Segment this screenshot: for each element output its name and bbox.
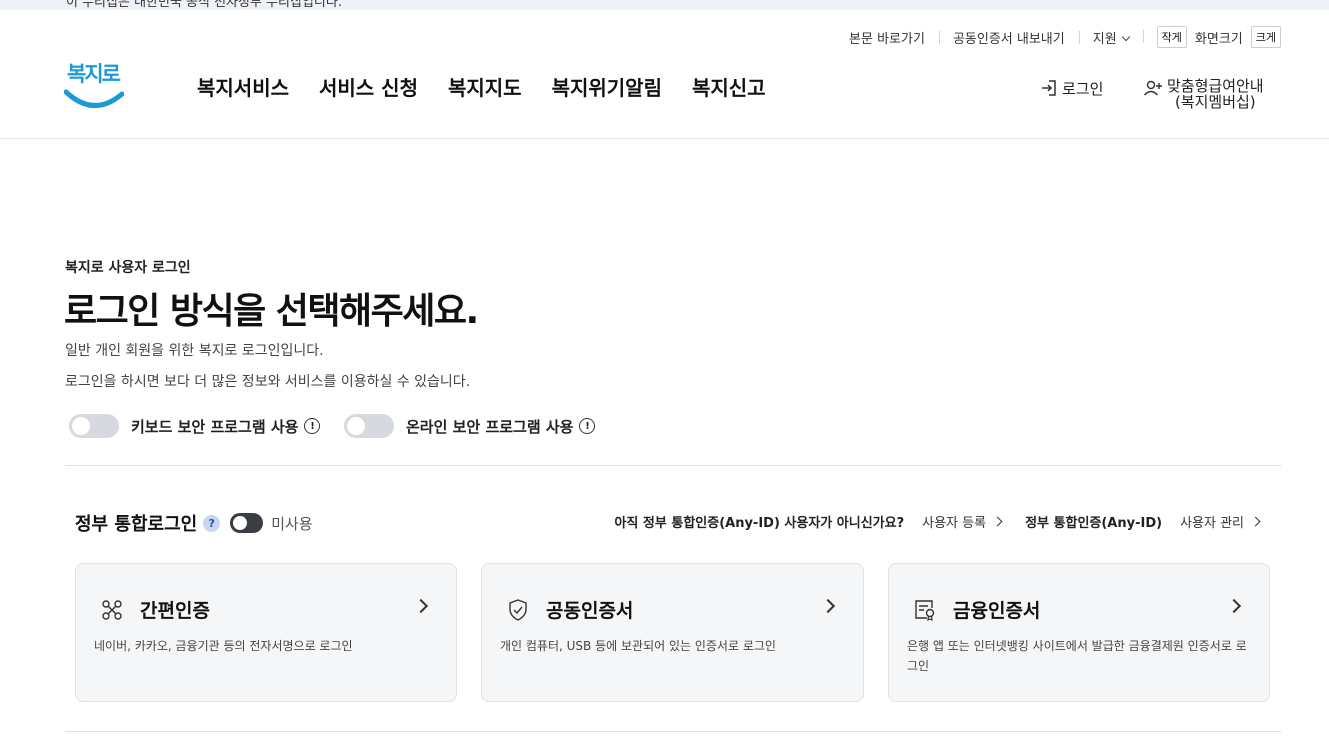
keyboard-security-toggle[interactable] (69, 414, 119, 438)
nav-item-crisis-alert[interactable]: 복지위기알림 (552, 72, 662, 101)
chevron-down-icon (1121, 32, 1130, 41)
font-size-label: 화면크기 (1194, 31, 1243, 47)
keyboard-security-row: 키보드 보안 프로그램 사용 ! (69, 414, 321, 438)
online-security-label: 온라인 보안 프로그램 사용 (406, 417, 574, 436)
site-logo[interactable]: 복지로 (64, 60, 124, 112)
section-divider (65, 731, 1281, 732)
card-head: 금융인증서 (913, 596, 1040, 623)
card-financial-cert[interactable]: 금융인증서 은행 앱 또는 인터넷뱅킹 사이트에서 발급한 금융결제원 인증서로… (888, 563, 1270, 702)
chevron-right-icon (1250, 516, 1261, 527)
font-large-button[interactable]: 크게 (1250, 26, 1281, 48)
login-link[interactable]: 로그인 (1040, 78, 1103, 99)
nav-item-welfare-services[interactable]: 복지서비스 (197, 72, 289, 101)
gov-login-toggle[interactable] (230, 513, 264, 533)
shield-check-icon (509, 598, 527, 621)
custom-benefit-line2: (복지멤버십) (1174, 93, 1256, 111)
custom-benefit-label: 맞춤형급여안내 (복지멤버십) (1167, 78, 1264, 110)
header-divider (0, 138, 1329, 139)
support-label: 지원 (1092, 31, 1117, 47)
gov-banner: 이 누리집은 대한민국 공식 전자정부 누리집입니다. (0, 0, 1329, 10)
chevron-right-icon (1226, 598, 1242, 614)
support-dropdown[interactable]: 지원 (1078, 28, 1143, 47)
simple-auth-icon (102, 599, 122, 620)
chevron-right-icon (413, 598, 429, 614)
chevron-right-icon (820, 598, 836, 614)
user-add-icon (1143, 80, 1162, 96)
info-icon[interactable]: ! (579, 418, 596, 434)
page-description-2: 로그인을 하시면 보다 더 많은 정보와 서비스를 이용하실 수 있습니다. (65, 374, 471, 390)
anyid-question: 아직 정부 통합인증(Any-ID) 사용자가 아니신가요? (614, 516, 905, 531)
help-icon[interactable]: ? (203, 514, 221, 532)
card-description: 개인 컴퓨터, USB 등에 보관되어 있는 인증서로 로그인 (500, 639, 776, 653)
login-icon (1042, 80, 1056, 96)
keyboard-security-label: 키보드 보안 프로그램 사용 (131, 417, 299, 436)
card-head: 공동인증서 (506, 596, 633, 623)
page-description-1: 일반 개인 회원을 위한 복지로 로그인입니다. (65, 343, 324, 359)
skip-to-content-link[interactable]: 본문 바로가기 (835, 28, 939, 47)
nav-item-welfare-report[interactable]: 복지신고 (692, 72, 766, 101)
page-title: 로그인 방식을 선택해주세요. (64, 291, 479, 332)
utility-bar: 본문 바로가기 공동인증서 내보내기 지원 작게 화면크기 크게 (835, 26, 1281, 48)
user-register-label: 사용자 등록 (922, 516, 987, 531)
page-eyebrow: 복지로 사용자 로그인 (65, 260, 191, 276)
info-icon[interactable]: ! (304, 418, 321, 434)
financial-cert-icon (915, 599, 935, 621)
online-security-toggle[interactable] (344, 414, 394, 438)
gov-login-state: 미사용 (271, 514, 313, 533)
logo-smile-icon (64, 89, 124, 108)
gov-login-header: 정부 통합로그인 ? 미사용 (75, 510, 313, 536)
section-divider (65, 465, 1281, 466)
card-title: 간편인증 (140, 600, 210, 622)
user-manage-link[interactable]: 사용자 관리 (1180, 512, 1265, 531)
gov-login-title: 정부 통합로그인 (75, 514, 198, 535)
card-title: 금융인증서 (953, 600, 1041, 622)
user-manage-label: 사용자 관리 (1180, 516, 1244, 531)
online-security-row: 온라인 보안 프로그램 사용 ! (344, 414, 596, 438)
font-small-button[interactable]: 작게 (1156, 26, 1187, 48)
card-simple-auth[interactable]: 간편인증 네이버, 카카오, 금융기관 등의 전자서명으로 로그인 (75, 563, 457, 702)
nav-item-service-apply[interactable]: 서비스 신청 (319, 72, 418, 101)
main-nav: 복지서비스 서비스 신청 복지지도 복지위기알림 복지신고 (197, 72, 766, 101)
login-label: 로그인 (1062, 80, 1104, 98)
anyid-links: 아직 정부 통합인증(Any-ID) 사용자가 아니신가요? 사용자 등록 정부… (614, 512, 1265, 531)
card-description: 은행 앱 또는 인터넷뱅킹 사이트에서 발급한 금융결제원 인증서로 로그인 (907, 639, 1247, 673)
card-description: 네이버, 카카오, 금융기관 등의 전자서명으로 로그인 (94, 639, 353, 653)
card-title: 공동인증서 (546, 600, 634, 622)
custom-benefit-link[interactable]: 맞춤형급여안내 (복지멤버십) (1143, 78, 1264, 110)
nav-item-welfare-map[interactable]: 복지지도 (448, 72, 522, 101)
anyid-label: 정부 통합인증(Any-ID) (1025, 516, 1163, 531)
gov-banner-text: 이 누리집은 대한민국 공식 전자정부 누리집입니다. (66, 0, 342, 10)
card-joint-cert[interactable]: 공동인증서 개인 컴퓨터, USB 등에 보관되어 있는 인증서로 로그인 (481, 563, 864, 702)
chevron-right-icon (992, 516, 1003, 527)
user-register-link[interactable]: 사용자 등록 (922, 512, 1007, 531)
cert-export-link[interactable]: 공동인증서 내보내기 (938, 28, 1079, 47)
card-head: 간편인증 (100, 596, 210, 623)
font-size-control: 작게 화면크기 크게 (1142, 26, 1281, 48)
